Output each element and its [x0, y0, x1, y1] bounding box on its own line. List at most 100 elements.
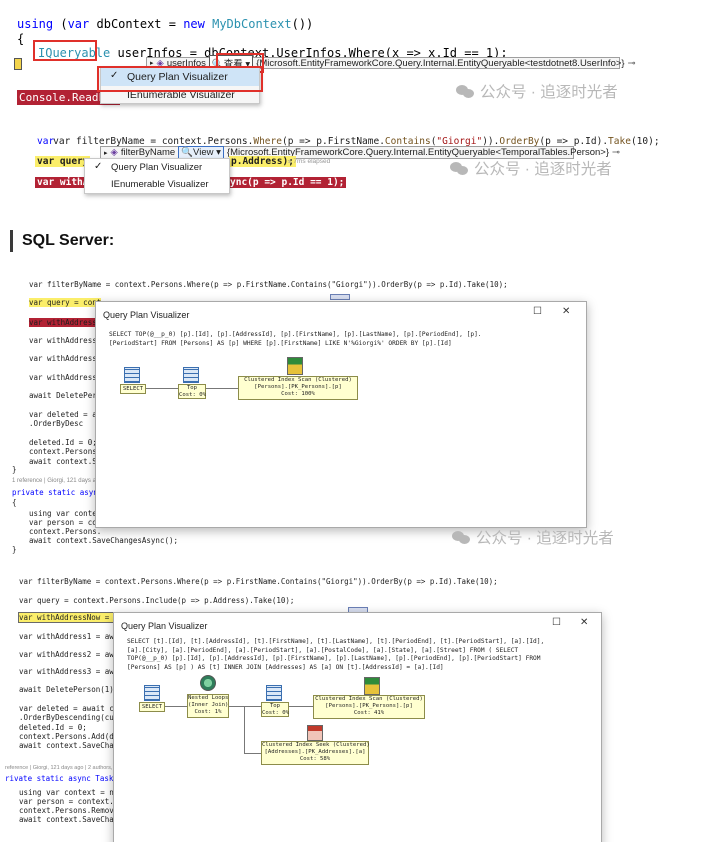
node-object: [Persons].[PK_Persons].[p] [254, 384, 342, 390]
select-node[interactable]: SELECT [120, 384, 146, 394]
pin-icon[interactable]: ⊸ [628, 58, 636, 69]
breakpoint-arrow-icon [14, 58, 22, 70]
code-line: var withAddress2 [29, 354, 102, 363]
code-line: 1 reference | Giorgi, 121 days a [12, 478, 96, 484]
code-line: } [12, 545, 17, 554]
panel-3-editor: var filterByName = context.Persons.Where… [0, 272, 709, 562]
table-icon [183, 367, 199, 383]
clustered-index-seek-node[interactable]: Clustered Index Seek (Clustered) [Addres… [261, 741, 370, 765]
close-button[interactable]: ✕ [562, 306, 570, 317]
check-icon: ✓ [94, 161, 103, 172]
drag-handle[interactable] [330, 294, 350, 300]
code-line: { [17, 32, 25, 46]
code-line: .OrderByDesc [29, 419, 84, 428]
node-label: Clustered Index Scan (Clustered) [244, 377, 352, 383]
node-object: [Persons].[PK_Persons].[p] [325, 703, 413, 709]
node-cost: Cost: 1% [194, 709, 222, 715]
code-line: reference | Giorgi, 121 days ago | 2 aut… [5, 765, 113, 771]
select-node[interactable]: SELECT [139, 702, 165, 712]
code-line: deleted.Id = 0; [19, 723, 87, 732]
view-label: View [193, 147, 214, 158]
plan-arrow [244, 753, 261, 754]
code-line: await DeletePers [29, 391, 102, 400]
top-node[interactable]: Top Cost: 0% [261, 702, 289, 717]
code-line: var withAddress2 = await [19, 650, 128, 659]
index-scan-icon [364, 677, 380, 695]
node-object: [Addresses].[PK_Addresses].[a] [264, 749, 366, 755]
code-line: .OrderByDescending(cu [19, 713, 114, 722]
table-icon [124, 367, 140, 383]
node-cost: Cost: 41% [353, 710, 385, 716]
watermark: 公众号 · 追逐时光者 [452, 526, 614, 548]
type-name: MyDbContext [212, 17, 292, 31]
code-line-highlighted: ync(p => p.Id == 1); [228, 177, 347, 188]
code-line: await DeletePerson(1); [19, 685, 119, 694]
watermark-text: 公众号 · 追逐时光者 [480, 84, 618, 101]
plan-arrow [206, 388, 238, 389]
node-cost: Cost: 58% [299, 756, 331, 762]
keyword: using [17, 17, 54, 31]
node-cost: Cost: 0% [179, 392, 206, 398]
menu-item-label: Query Plan Visualizer [111, 162, 203, 173]
method: Take [608, 136, 631, 147]
nested-loops-icon [200, 675, 216, 691]
code-line: private static async [12, 488, 103, 497]
code-line-highlighted: p.Address); [229, 156, 296, 167]
menu-item-ienumerable-visualizer[interactable]: IEnumerable Visualizer [85, 176, 229, 193]
code-line: var withAddress1 = await [19, 632, 128, 641]
code-line: var query = cont [29, 298, 102, 307]
section-heading: SQL Server: [22, 232, 115, 249]
object-icon: ◈ [110, 147, 118, 158]
window-title: Query Plan Visualizer [121, 621, 208, 631]
table-icon [144, 685, 160, 701]
keyword: var [37, 136, 55, 147]
wechat-icon [452, 530, 471, 544]
code-line: await context.Sa [29, 457, 102, 466]
node-cost: Cost: 100% [281, 391, 315, 397]
maximize-button[interactable]: ☐ [552, 617, 561, 628]
sql-text: SELECT TOP(@__p_0) [p].[Id], [p].[Addres… [109, 331, 482, 347]
code-line: var withAddress1 [29, 336, 102, 345]
query-plan-window: Query Plan Visualizer ☐ ✕ SELECT TOP(@__… [95, 301, 587, 528]
watermark-text: 公众号 · 追逐时光者 [476, 530, 614, 547]
close-button[interactable]: ✕ [580, 617, 588, 628]
keyword: var [67, 17, 90, 31]
code-line: var filterByName = context.Persons.Where… [19, 577, 498, 586]
node-label: Nested Loops [188, 695, 229, 701]
code-line: } [12, 465, 17, 474]
plan-arrow [165, 706, 187, 707]
node-label: Clustered Index Seek (Clustered) [262, 742, 370, 748]
code-text: dbContext = [89, 17, 184, 31]
top-node[interactable]: Top Cost: 0% [178, 384, 206, 399]
watermark-text: 公众号 · 追逐时光者 [474, 161, 612, 178]
panel-2-editor: varvar filterByName = context.Persons.Wh… [0, 125, 709, 205]
query-plan-window: Query Plan Visualizer ☐ ✕ SELECT [t].[Id… [113, 612, 602, 842]
plan-arrow [146, 388, 178, 389]
node-label: Top [186, 385, 198, 391]
code-text: ( [53, 17, 68, 31]
code-line: var withAddress [29, 318, 97, 327]
node-cost: Cost: 0% [262, 710, 289, 716]
sql-text: SELECT [t].[Id], [t].[AddressId], [t].[F… [127, 638, 545, 671]
clustered-index-scan-node[interactable]: Clustered Index Scan (Clustered) [Person… [238, 376, 358, 400]
node-label: Top [269, 703, 281, 709]
clustered-index-scan-node[interactable]: Clustered Index Scan (Clustered) [Person… [313, 695, 425, 719]
code-text: ()) [291, 17, 314, 31]
expand-arrow-icon[interactable]: ▸ [104, 149, 108, 157]
plan-arrow [289, 706, 313, 707]
visualizer-menu: ✓ Query Plan Visualizer IEnumerable Visua… [84, 158, 230, 194]
code-line: context.Persons. [29, 447, 102, 456]
watermark: 公众号 · 追逐时光者 [456, 80, 618, 102]
panel-1-editor: using (var dbContext = new MyDbContext()… [0, 0, 709, 120]
code-line: var person = cor [29, 518, 102, 527]
datatip-value: {Microsoft.EntityFrameworkCore.Query.Int… [256, 57, 625, 69]
menu-item-query-plan-visualizer[interactable]: ✓ Query Plan Visualizer [85, 159, 229, 176]
pin-icon[interactable]: ⊸ [612, 147, 620, 158]
nested-loops-node[interactable]: Nested Loops (Inner Join) Cost: 1% [187, 694, 229, 718]
maximize-button[interactable]: ☐ [533, 306, 542, 317]
table-icon [266, 685, 282, 701]
code-line: var withAddress3 [29, 373, 102, 382]
menu-item-label: IEnumerable Visualizer [111, 179, 209, 190]
elapsed-hint: ≤ 7ms elapsed [288, 158, 331, 165]
keyword: new [183, 17, 205, 31]
